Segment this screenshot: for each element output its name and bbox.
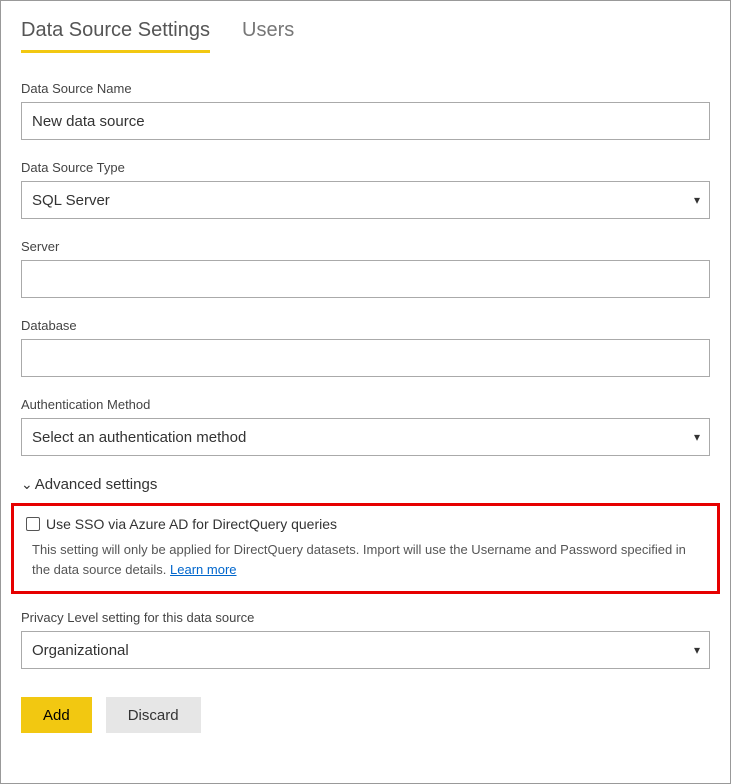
add-button[interactable]: Add	[21, 697, 92, 733]
data-source-type-select[interactable]: SQL Server	[21, 181, 710, 219]
data-source-name-label: Data Source Name	[21, 81, 710, 96]
sso-checkbox-label: Use SSO via Azure AD for DirectQuery que…	[46, 516, 337, 532]
tab-users[interactable]: Users	[242, 19, 294, 53]
chevron-down-icon: ⌄	[21, 476, 33, 493]
sso-checkbox[interactable]	[26, 517, 40, 531]
advanced-settings-toggle[interactable]: ⌄ Advanced settings	[21, 476, 710, 493]
server-input[interactable]	[21, 260, 710, 298]
privacy-level-select[interactable]: Organizational	[21, 631, 710, 669]
auth-method-select[interactable]: Select an authentication method	[21, 418, 710, 456]
privacy-level-label: Privacy Level setting for this data sour…	[21, 610, 710, 625]
sso-help-text: This setting will only be applied for Di…	[26, 540, 705, 579]
database-label: Database	[21, 318, 710, 333]
advanced-settings-label: Advanced settings	[35, 476, 158, 493]
data-source-type-label: Data Source Type	[21, 160, 710, 175]
database-input[interactable]	[21, 339, 710, 377]
tabs: Data Source Settings Users	[21, 19, 710, 53]
discard-button[interactable]: Discard	[106, 697, 201, 733]
server-label: Server	[21, 239, 710, 254]
data-source-name-input[interactable]	[21, 102, 710, 140]
learn-more-link[interactable]: Learn more	[170, 562, 236, 577]
sso-highlight-box: Use SSO via Azure AD for DirectQuery que…	[11, 503, 720, 594]
tab-data-source-settings[interactable]: Data Source Settings	[21, 19, 210, 53]
auth-method-label: Authentication Method	[21, 397, 710, 412]
